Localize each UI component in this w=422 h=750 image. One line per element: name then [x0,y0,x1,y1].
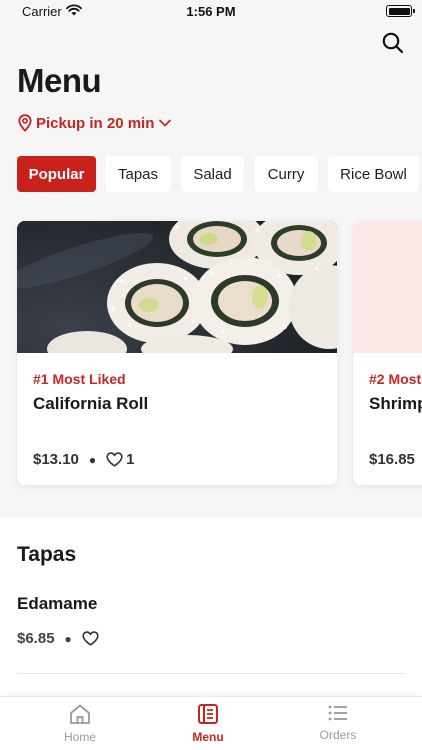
tab-label: Home [63,730,96,744]
like-button[interactable] [82,631,99,646]
tab-label: Menu [192,730,224,744]
status-bar: Carrier 1:56 PM [0,0,422,24]
featured-item-card[interactable]: #2 Most Liked Shrimp $16.85 [353,221,422,485]
card-meta: $16.85 [369,451,415,468]
category-chip-label: Tapas [117,165,159,183]
tab-home[interactable]: Home [10,703,150,749]
shrimp-photo [353,221,422,353]
pickup-time-selector[interactable]: Pickup in 20 min [18,113,172,133]
category-chip-salad[interactable]: Salad [181,156,244,192]
orders-list-icon [328,705,347,721]
menu-item-meta: $6.85 ● [17,630,99,647]
card-meta: $13.10 ● 1 [33,451,134,468]
card-price: $13.10 [33,451,79,468]
tab-label: Orders [319,728,357,742]
menu-item-row[interactable]: Edamame $6.85 ● [17,588,405,674]
menu-book-icon [198,704,218,724]
pickup-label: Pickup in 20 min [36,114,155,132]
section-title: Tapas [17,543,77,566]
category-chip-label: Rice Bowl [340,165,407,183]
page-title: Menu [17,62,102,99]
category-chip-tapas[interactable]: Tapas [105,156,171,192]
california-roll-photo [17,221,337,353]
bottom-tab-bar: Home Menu Orders [0,696,422,750]
separator-dot: ● [64,631,72,646]
category-chip-label: Popular [28,165,85,183]
home-icon [70,704,90,724]
menu-item-name: Edamame [17,594,98,613]
chevron-down-icon [159,119,172,127]
heart-icon [82,631,99,646]
menu-item-price: $6.85 [17,630,55,647]
app-screen: Carrier 1:56 PM Menu Pickup in 20 min Po… [0,0,422,750]
battery-icon [386,5,415,17]
tab-menu[interactable]: Menu [138,703,278,749]
card-rank-label: #2 Most Liked [369,371,422,387]
tab-orders[interactable]: Orders [268,703,408,749]
card-item-name: California Roll [33,394,149,413]
category-chip-curry[interactable]: Curry [254,156,318,192]
search-button[interactable] [381,31,405,55]
featured-item-card[interactable]: #1 Most Liked California Roll $13.10 ● 1 [17,221,337,485]
like-button[interactable]: 1 [106,451,134,468]
location-pin-icon [18,114,32,132]
category-chip-rice-bowl[interactable]: Rice Bowl [328,156,419,192]
like-count: 1 [126,451,135,468]
category-chip-label: Salad [193,165,232,183]
separator-dot: ● [88,452,97,467]
category-chip-popular[interactable]: Popular [17,156,96,192]
category-tabs: Popular Tapas Salad Curry Rice Bowl [17,156,422,192]
heart-icon [106,452,123,467]
card-price: $16.85 [369,451,415,468]
card-item-name: Shrimp [369,394,422,413]
clock: 1:56 PM [186,4,236,19]
category-chip-label: Curry [267,165,305,183]
card-rank-label: #1 Most Liked [33,371,126,387]
search-icon [382,32,404,54]
